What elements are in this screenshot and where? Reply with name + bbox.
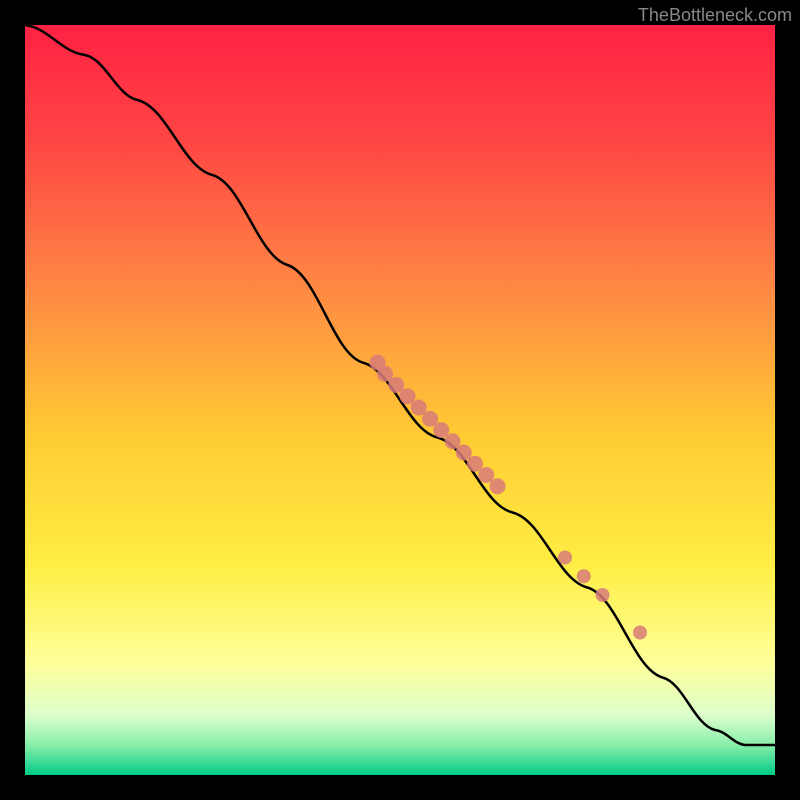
data-point (577, 569, 591, 583)
data-point (596, 588, 610, 602)
watermark-text: TheBottleneck.com (638, 5, 792, 26)
data-point (633, 626, 647, 640)
data-point (490, 478, 506, 494)
data-point (558, 551, 572, 565)
highlighted-points-group (370, 355, 648, 640)
chart-container (25, 25, 775, 775)
curve-overlay (25, 25, 775, 775)
